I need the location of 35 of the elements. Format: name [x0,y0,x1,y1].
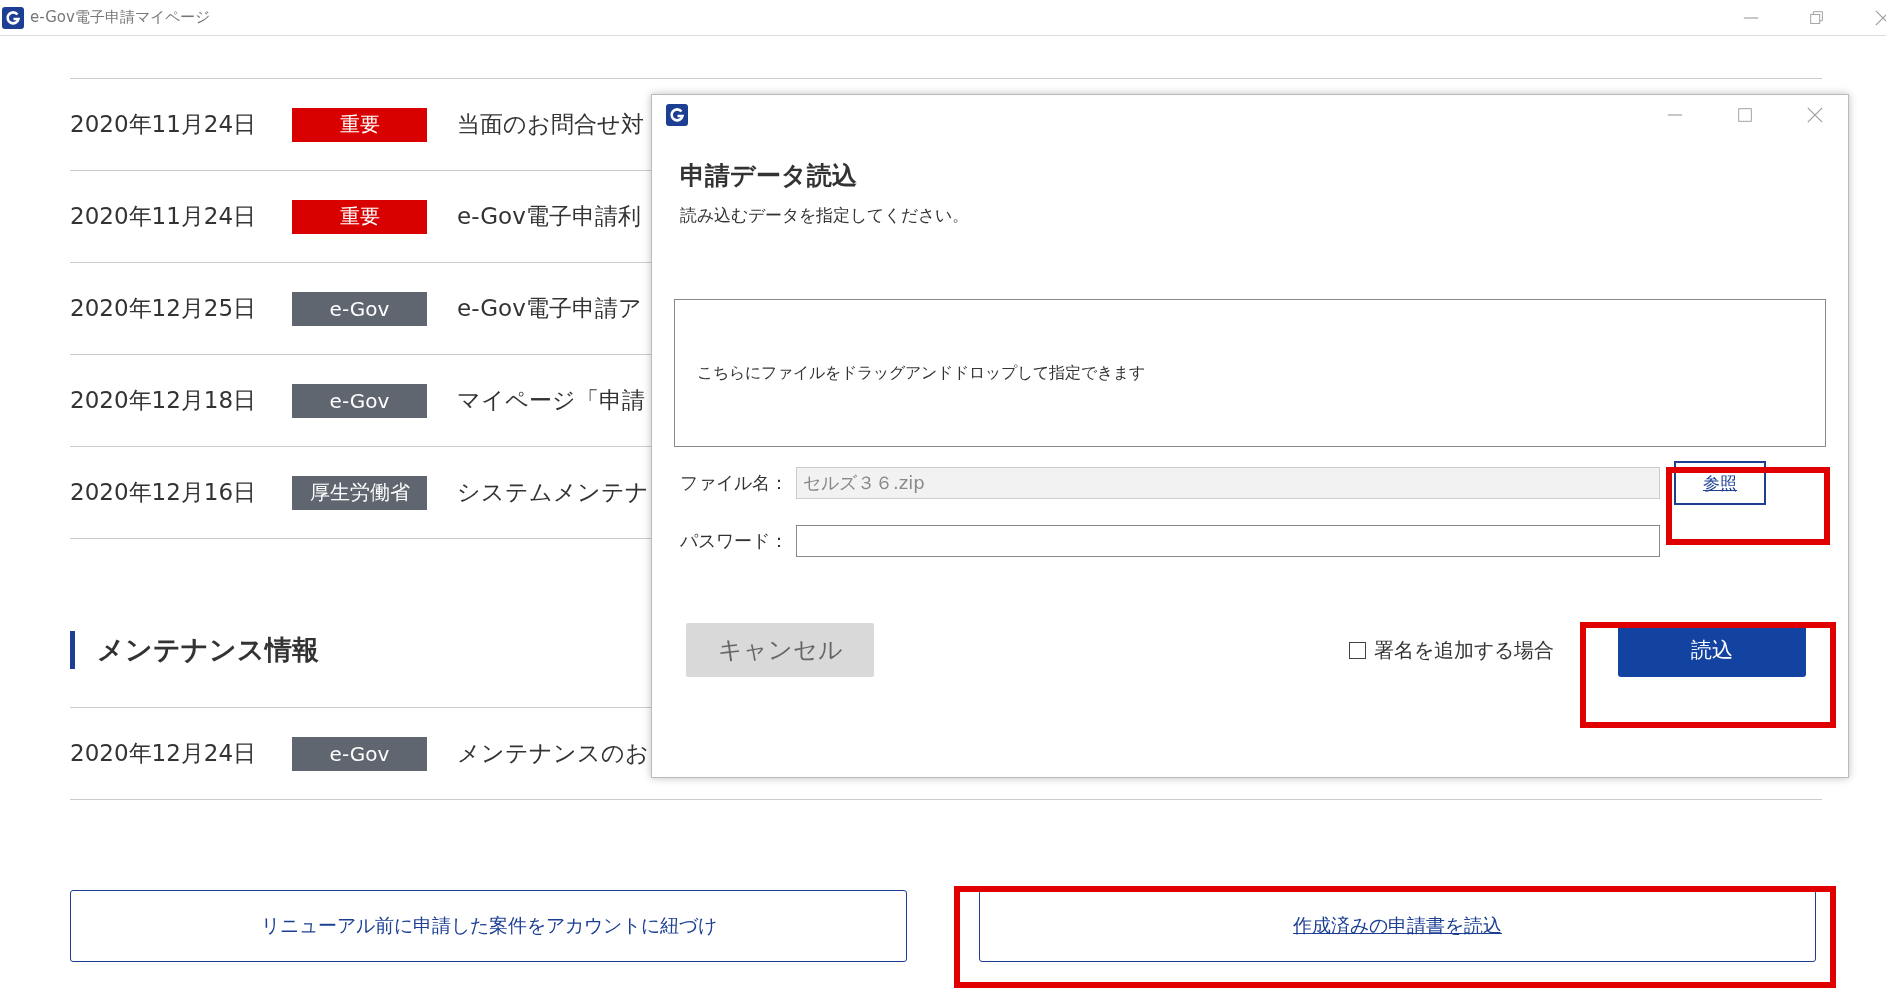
news-date: 2020年12月24日 [70,739,258,768]
maximize-icon[interactable] [1736,106,1754,124]
close-icon[interactable] [1806,106,1824,124]
field-label: ファイル名： [679,471,789,495]
cancel-button[interactable]: キャンセル [686,623,874,677]
checkbox-label: 署名を追加する場合 [1374,636,1554,664]
news-link[interactable]: 当面のお問合せ対 [457,109,644,140]
news-date: 2020年11月24日 [70,110,258,139]
news-link[interactable]: マイページ「申請 [457,385,645,416]
news-link[interactable]: e-Gov電子申請ア [457,293,642,324]
news-date: 2020年12月18日 [70,386,258,415]
news-link[interactable]: システムメンテナ [457,477,649,508]
window-title: e-Gov電子申請マイページ [30,8,210,27]
category-tag: 重要 [292,199,427,234]
category-tag: e-Gov [292,291,427,326]
news-date: 2020年11月24日 [70,202,258,231]
checkbox[interactable] [1349,641,1366,659]
restore-icon[interactable] [1808,8,1826,27]
close-icon[interactable] [1874,8,1886,27]
news-date: 2020年12月25日 [70,294,258,323]
news-link[interactable]: メンテナンスのお [457,738,649,769]
password-field[interactable] [796,525,1660,557]
drop-zone[interactable]: こちらにファイルをドラッグアンドドロップして指定できます [674,299,1826,447]
category-tag: e-Gov [292,383,427,418]
category-tag: 厚生労働省 [292,475,427,510]
news-link[interactable]: e-Gov電子申請利 [457,201,641,232]
field-label: パスワード： [679,529,789,553]
link-account-button[interactable]: リニューアル前に申請した案件をアカウントに紐づけ [70,890,907,962]
category-tag: e-Gov [292,736,427,771]
news-date: 2020年12月16日 [70,478,258,507]
category-tag: 重要 [292,107,427,142]
load-application-button[interactable]: 作成済みの申請書を読込 [979,890,1816,962]
dialog-title: 申請データ読込 [680,160,858,192]
dialog-subtitle: 読み込むデータを指定してください。 [680,204,970,227]
app-logo-icon [666,104,688,126]
